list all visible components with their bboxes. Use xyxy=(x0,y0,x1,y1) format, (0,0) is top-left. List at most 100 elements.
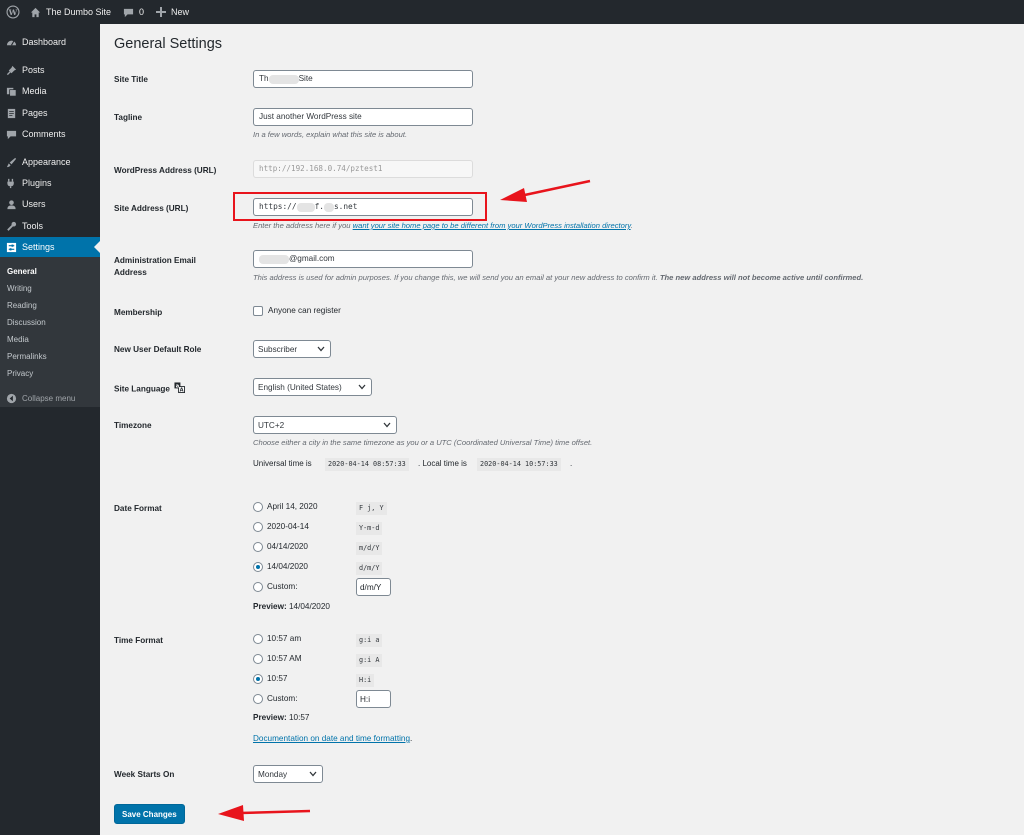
date-format-radio-selected[interactable] xyxy=(253,562,263,572)
site-title-value-prefix: Th xyxy=(259,74,269,83)
tagline-description: In a few words, explain what this site i… xyxy=(253,130,408,139)
comments-link[interactable]: 0 xyxy=(117,0,150,24)
menu-users[interactable]: Users xyxy=(0,194,100,214)
menu-appearance[interactable]: Appearance xyxy=(0,152,100,172)
anyone-can-register-checkbox[interactable] xyxy=(253,306,263,316)
date-format-custom-label: Custom: xyxy=(267,582,298,591)
timezone-select[interactable]: UTC+2 xyxy=(253,416,397,434)
description-text: This address is used for admin purposes.… xyxy=(253,273,660,282)
time-format-radio-selected[interactable] xyxy=(253,674,263,684)
svg-text:a: a xyxy=(176,383,179,389)
user-icon xyxy=(0,199,22,210)
membership-label: Membership xyxy=(114,308,163,317)
translation-icon: aA xyxy=(174,382,186,397)
submenu-writing[interactable]: Writing xyxy=(7,284,32,293)
universal-time-label: Universal time is xyxy=(253,459,312,468)
new-content-link[interactable]: New xyxy=(150,0,195,24)
admin-email-input[interactable]: @gmail.com xyxy=(253,250,473,268)
time-format-radio[interactable] xyxy=(253,654,263,664)
week-starts-select[interactable]: Monday xyxy=(253,765,323,783)
admin-bar: W The Dumbo Site 0 New xyxy=(0,0,1024,24)
menu-label: Settings xyxy=(22,242,55,252)
anyone-can-register-label: Anyone can register xyxy=(268,306,341,315)
date-format-option-label: 14/04/2020 xyxy=(267,562,308,571)
wordpress-logo-icon[interactable]: W xyxy=(2,0,24,24)
date-format-code: m/d/Y xyxy=(356,542,383,555)
save-changes-button[interactable]: Save Changes xyxy=(114,804,185,824)
plugin-icon xyxy=(0,178,22,189)
time-format-custom-input[interactable]: H:i xyxy=(356,690,391,708)
label-line: Address xyxy=(114,268,147,277)
time-format-custom-radio[interactable] xyxy=(253,694,263,704)
collapse-arrow-icon xyxy=(0,393,22,404)
media-icon xyxy=(0,86,22,97)
home-icon xyxy=(30,7,41,18)
menu-tools[interactable]: Tools xyxy=(0,216,100,236)
site-address-label: Site Address (URL) xyxy=(114,204,189,213)
local-time-value: 2020-04-14 10:57:33 xyxy=(477,458,561,471)
date-format-code: F j, Y xyxy=(356,502,387,515)
pin-icon xyxy=(0,65,22,76)
redacted-blur xyxy=(268,74,299,84)
site-name-link[interactable]: The Dumbo Site xyxy=(24,0,117,24)
admin-email-label: Administration Email Address xyxy=(114,255,196,279)
menu-label: Appearance xyxy=(22,157,71,167)
label-line: Administration Email xyxy=(114,256,196,265)
time-format-preview: Preview: 10:57 xyxy=(253,713,309,722)
time-format-code: g:i A xyxy=(356,654,383,667)
menu-label: Dashboard xyxy=(22,37,67,47)
menu-posts[interactable]: Posts xyxy=(0,60,100,80)
menu-dashboard[interactable]: Dashboard xyxy=(0,32,100,52)
date-format-option-label: 04/14/2020 xyxy=(267,542,308,551)
menu-label: Tools xyxy=(22,221,44,231)
menu-media[interactable]: Media xyxy=(0,81,100,101)
menu-label: Users xyxy=(22,199,46,209)
brush-icon xyxy=(0,157,22,168)
site-language-select[interactable]: English (United States) xyxy=(253,378,372,396)
chevron-down-icon xyxy=(308,769,318,779)
menu-settings[interactable]: Settings xyxy=(0,237,100,257)
time-format-code: g:i a xyxy=(356,634,383,647)
submenu-media[interactable]: Media xyxy=(7,335,29,344)
menu-label: Media xyxy=(22,86,47,96)
submenu-discussion[interactable]: Discussion xyxy=(7,318,46,327)
svg-text:A: A xyxy=(180,387,184,393)
default-role-select[interactable]: Subscriber xyxy=(253,340,331,358)
time-format-option-label: 10:57 am xyxy=(267,634,302,643)
admin-side-menu: Dashboard Posts Media Pages Comments App… xyxy=(0,24,100,835)
comment-icon xyxy=(0,129,22,140)
date-format-radio[interactable] xyxy=(253,542,263,552)
menu-pages[interactable]: Pages xyxy=(0,103,100,123)
svg-text:W: W xyxy=(8,8,18,17)
time-format-radio[interactable] xyxy=(253,634,263,644)
preview-value: 14/04/2020 xyxy=(286,602,330,611)
site-title-input[interactable]: Th Site xyxy=(253,70,473,88)
doc-link-end: . xyxy=(410,734,413,743)
new-label: New xyxy=(171,7,190,17)
comment-bubble-icon xyxy=(123,7,134,18)
date-format-custom-input[interactable]: d/m/Y xyxy=(356,578,391,596)
default-role-label: New User Default Role xyxy=(114,345,202,354)
menu-label: Plugins xyxy=(22,178,52,188)
description-bold-text: The new address will not become active u… xyxy=(659,273,864,282)
menu-plugins[interactable]: Plugins xyxy=(0,173,100,193)
tagline-input[interactable]: Just another WordPress site xyxy=(253,108,473,126)
date-time-doc-link[interactable]: Documentation on date and time formattin… xyxy=(253,734,410,743)
select-value: Subscriber xyxy=(258,344,298,354)
collapse-menu-button[interactable]: Collapse menu xyxy=(0,388,100,408)
description-text: . xyxy=(630,221,633,230)
submenu-reading[interactable]: Reading xyxy=(7,301,37,310)
date-format-radio[interactable] xyxy=(253,502,263,512)
preview-value: 10:57 xyxy=(286,713,310,722)
menu-comments[interactable]: Comments xyxy=(0,124,100,144)
submenu-privacy[interactable]: Privacy xyxy=(7,369,33,378)
submenu-permalinks[interactable]: Permalinks xyxy=(7,352,47,361)
time-format-code: H:i xyxy=(356,674,375,687)
date-format-radio[interactable] xyxy=(253,522,263,532)
submenu-general[interactable]: General xyxy=(7,267,37,276)
site-address-help-link[interactable]: want your site home page to be different… xyxy=(353,221,631,230)
date-format-custom-radio[interactable] xyxy=(253,582,263,592)
tagline-label: Tagline xyxy=(114,113,143,122)
settings-icon xyxy=(0,242,22,253)
plus-icon xyxy=(156,7,167,17)
